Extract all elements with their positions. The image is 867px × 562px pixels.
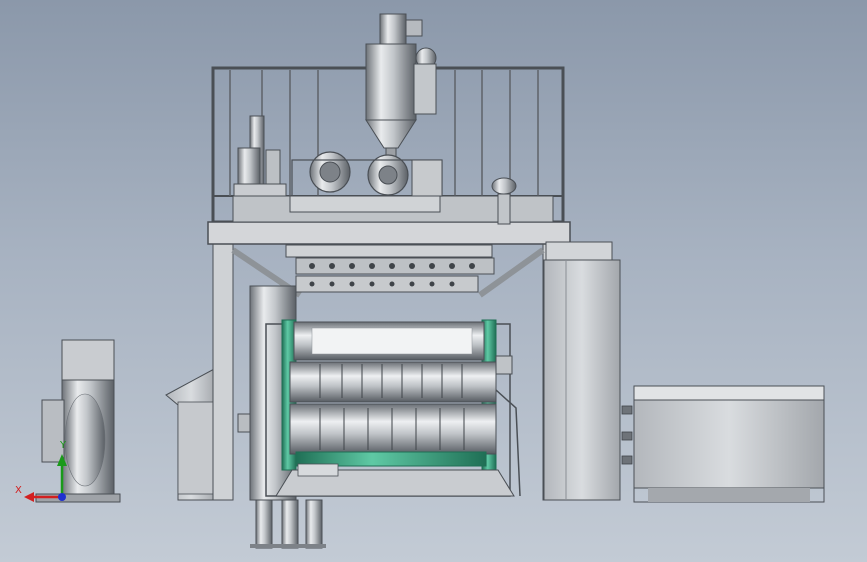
blower-unit[interactable] — [35, 339, 121, 503]
cad-viewport[interactable]: X Y — [0, 0, 867, 562]
right-control-cabinet[interactable] — [543, 241, 621, 501]
spinneret-beam[interactable] — [285, 244, 495, 293]
extruder-drive[interactable] — [289, 151, 443, 213]
triad-x-label: X — [15, 485, 22, 496]
top-roller[interactable] — [293, 321, 485, 361]
left-control-stand[interactable] — [165, 367, 217, 501]
machine-assembly-model[interactable] — [0, 0, 867, 562]
water-tank[interactable] — [621, 385, 825, 503]
lower-roller[interactable] — [289, 403, 497, 467]
mid-roller[interactable] — [289, 361, 497, 403]
conveyor-belt[interactable] — [275, 463, 515, 497]
hopper-assembly[interactable] — [365, 13, 437, 163]
roller-legs — [250, 499, 326, 549]
triad-y-label: Y — [60, 440, 67, 451]
